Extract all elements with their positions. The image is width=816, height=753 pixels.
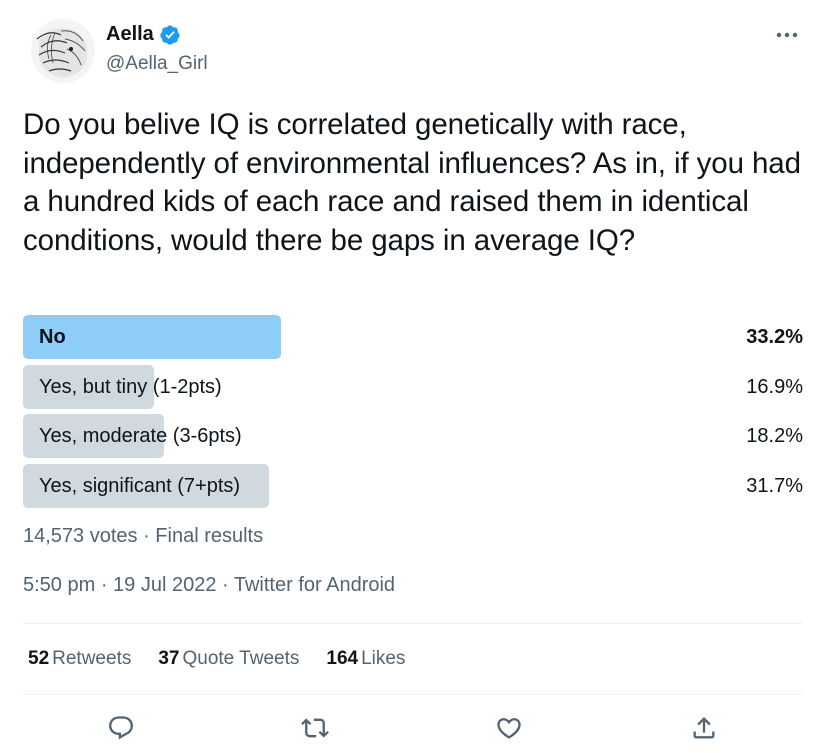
heart-icon: [497, 718, 521, 739]
poll-option: Yes, significant (7+pts) 31.7%: [23, 463, 803, 508]
retweets-label: Retweets: [52, 648, 132, 669]
share-icon: [693, 717, 715, 739]
verified-badge-icon: [160, 24, 180, 45]
reply-icon: [109, 716, 133, 740]
divider: [23, 623, 803, 624]
like-button[interactable]: [489, 708, 529, 748]
user-handle[interactable]: @Aella_Girl: [106, 53, 208, 75]
quote-tweets-label: Quote Tweets: [182, 648, 300, 669]
poll-option-label: No: [39, 326, 66, 348]
poll-option-label: Yes, but tiny (1-2pts): [39, 375, 222, 398]
poll-option-percent: 16.9%: [746, 375, 803, 398]
poll-option-percent: 33.2%: [746, 326, 803, 348]
poll-option-percent: 18.2%: [746, 425, 803, 447]
display-name[interactable]: Aella: [106, 23, 154, 46]
engagement-stats: 52 Retweets 37 Quote Tweets 164 Likes: [28, 648, 432, 670]
poll-option-percent: 31.7%: [746, 474, 803, 497]
retweets-stat[interactable]: 52 Retweets: [28, 648, 131, 670]
poll-option: Yes, moderate (3-6pts) 18.2%: [23, 414, 803, 458]
tweet-actions: [23, 708, 803, 748]
retweet-icon: [301, 718, 329, 738]
poll-option-label: Yes, moderate (3-6pts): [39, 425, 242, 447]
likes-stat[interactable]: 164 Likes: [326, 648, 405, 670]
retweet-button[interactable]: [295, 708, 335, 748]
likes-label: Likes: [361, 648, 406, 669]
tweet-timestamp[interactable]: 5:50 pm · 19 Jul 2022 · Twitter for Andr…: [23, 574, 395, 597]
more-horizontal-icon: [776, 32, 798, 38]
avatar-image: [31, 19, 95, 83]
tweet-header: Aella @Aella_Girl: [23, 18, 803, 84]
poll-option-label: Yes, significant (7+pts): [39, 474, 241, 497]
poll-option: Yes, but tiny (1-2pts) 16.9%: [23, 364, 803, 409]
quote-tweets-count: 37: [158, 648, 180, 669]
divider: [23, 694, 803, 695]
poll: No 33.2% Yes, but tiny (1-2pts) 16.9% Ye…: [23, 315, 803, 513]
reply-button[interactable]: [101, 708, 141, 748]
avatar[interactable]: [31, 19, 95, 83]
retweets-count: 52: [28, 648, 50, 669]
tweet-text: Do you belive IQ is correlated genetical…: [23, 108, 801, 257]
share-button[interactable]: [684, 708, 724, 748]
likes-count: 164: [326, 648, 359, 669]
quote-tweets-stat[interactable]: 37 Quote Tweets: [158, 648, 299, 670]
name-row: Aella: [106, 23, 181, 46]
poll-meta: 14,573 votes · Final results: [23, 525, 264, 547]
more-options-button[interactable]: [773, 21, 801, 49]
poll-option: No 33.2%: [23, 315, 803, 359]
